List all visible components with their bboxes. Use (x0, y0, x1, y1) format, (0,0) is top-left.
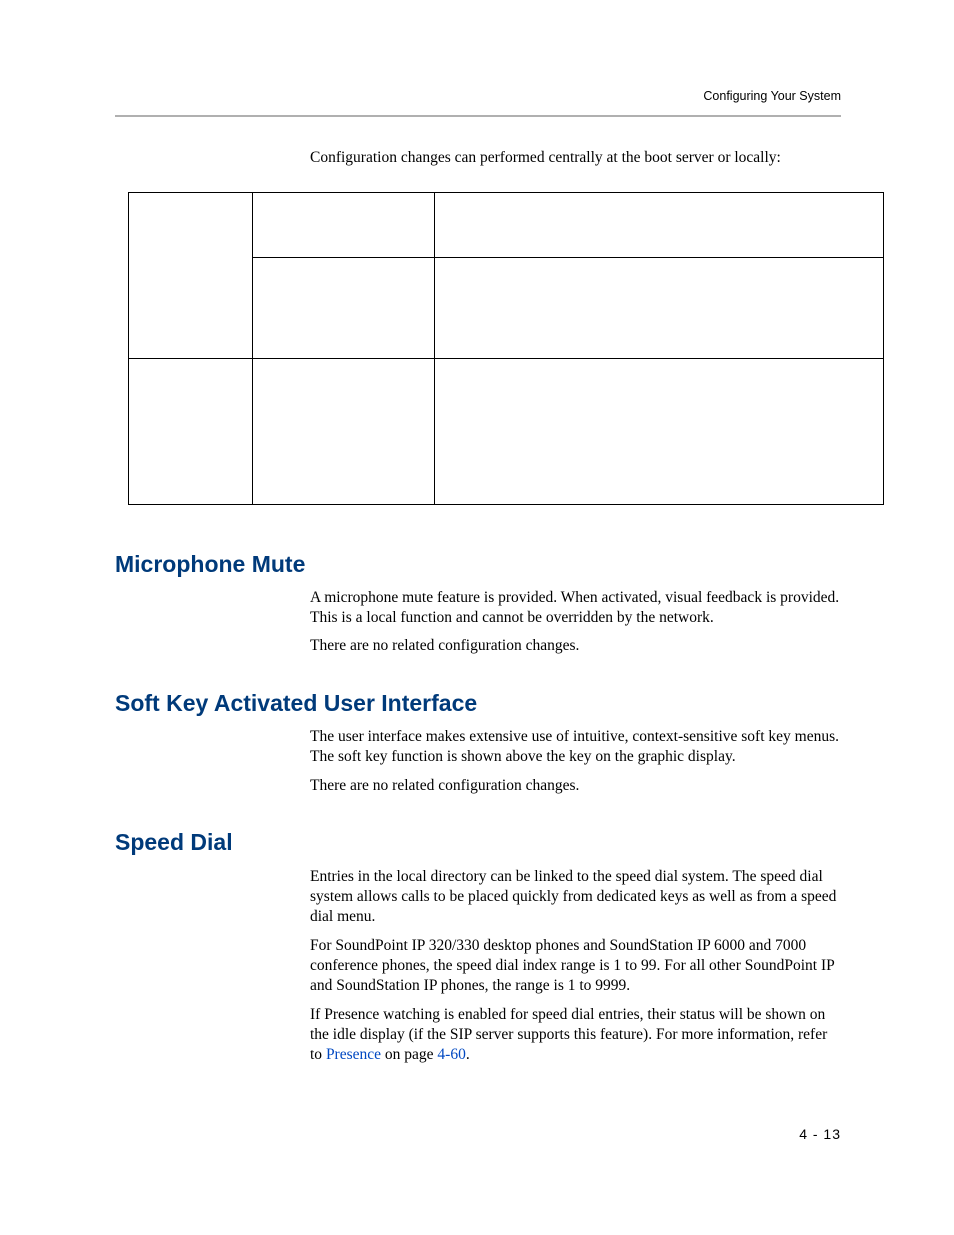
header-rule (115, 115, 841, 117)
paragraph: For SoundPoint IP 320/330 desktop phones… (310, 936, 841, 995)
heading-speed-dial: Speed Dial (115, 829, 233, 856)
table-cell (129, 359, 253, 505)
table-cell (253, 193, 435, 258)
running-header: Configuring Your System (703, 89, 841, 103)
table-row (129, 193, 884, 258)
paragraph: The user interface makes extensive use o… (310, 727, 841, 767)
paragraph: A microphone mute feature is provided. W… (310, 588, 841, 628)
intro-paragraph: Configuration changes can performed cent… (310, 149, 841, 167)
table-cell (253, 258, 435, 359)
text: on page (381, 1046, 437, 1063)
config-table (128, 192, 884, 505)
heading-microphone-mute: Microphone Mute (115, 551, 305, 578)
table-cell (435, 193, 884, 258)
table-cell (129, 193, 253, 359)
table-cell (435, 359, 884, 505)
table-row (129, 359, 884, 505)
paragraph: If Presence watching is enabled for spee… (310, 1005, 841, 1064)
text: . (466, 1046, 470, 1063)
heading-soft-key-ui: Soft Key Activated User Interface (115, 690, 477, 717)
paragraph: Entries in the local directory can be li… (310, 867, 841, 926)
page-number: 4 - 13 (799, 1126, 841, 1142)
paragraph: There are no related configuration chang… (310, 636, 841, 656)
table-cell (435, 258, 884, 359)
page: Configuring Your System Configuration ch… (0, 0, 954, 1235)
table-cell (253, 359, 435, 505)
link-presence[interactable]: Presence (326, 1046, 381, 1063)
paragraph: There are no related configuration chang… (310, 776, 841, 796)
link-page-ref[interactable]: 4-60 (437, 1046, 465, 1063)
